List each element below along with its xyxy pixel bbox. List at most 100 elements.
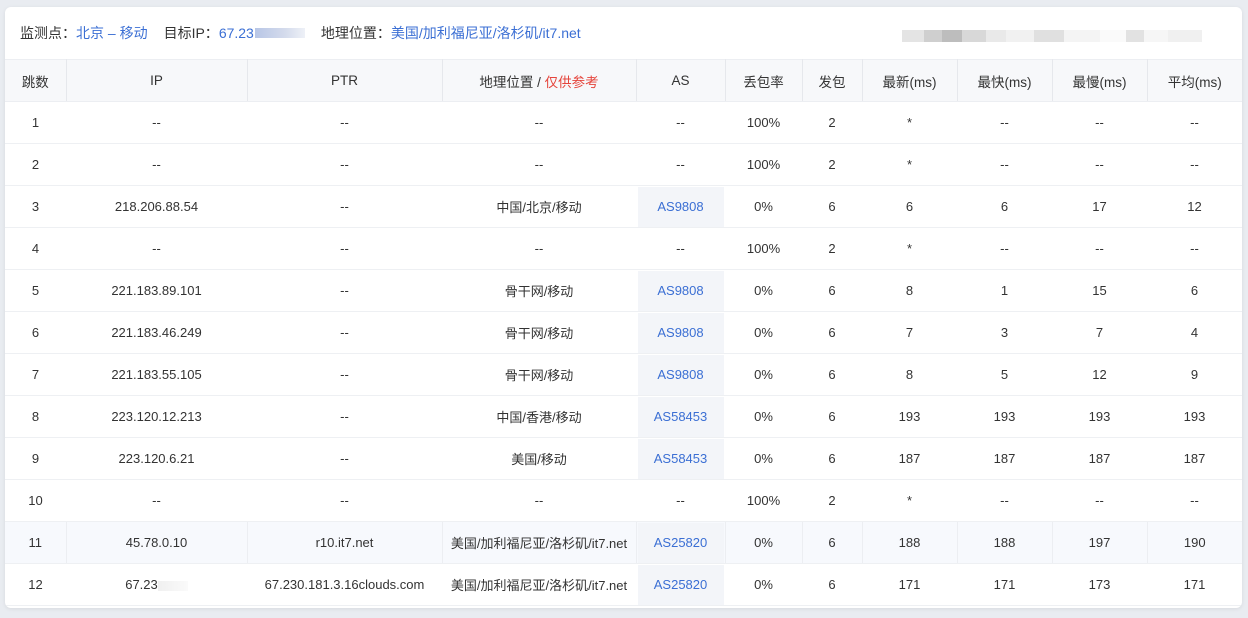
cell-best: 5: [957, 353, 1052, 396]
table-row: 3 218.206.88.54 -- 中国/北京/移动 AS9808 0% 6 …: [5, 185, 1242, 228]
cell-worst: 17: [1052, 185, 1147, 228]
cell-loss: 100%: [725, 479, 802, 522]
as-label: --: [676, 493, 685, 508]
cell-ptr: --: [247, 227, 442, 270]
cell-ip: --: [66, 101, 247, 144]
table-row: 5 221.183.89.101 -- 骨干网/移动 AS9808 0% 6 8…: [5, 269, 1242, 312]
col-last: 最新(ms): [862, 59, 958, 102]
cell-loss: 0%: [725, 269, 802, 312]
redacted-ip: [157, 580, 188, 591]
table-header-row: 跳数 IP PTR 地理位置 / 仅供参考 AS 丢包率 发包 最新(ms) 最…: [5, 59, 1242, 102]
cell-worst: --: [1052, 479, 1147, 522]
table-row: 10 -- -- -- -- 100% 2 * -- -- --: [5, 479, 1242, 522]
cell-hop: 10: [5, 479, 66, 522]
cell-ptr: --: [247, 311, 442, 354]
cell-last: *: [862, 227, 957, 270]
cell-hop: 7: [5, 353, 66, 396]
cell-sent: 2: [802, 227, 862, 270]
cell-best: 1: [957, 269, 1052, 312]
cell-ip: 45.78.0.10: [66, 521, 248, 564]
as-link[interactable]: AS9808: [637, 312, 724, 353]
cell-avg: --: [1147, 101, 1242, 144]
cell-hop: 6: [5, 311, 66, 354]
cell-worst: 197: [1052, 521, 1148, 564]
cell-sent: 6: [802, 185, 862, 228]
cell-geo: --: [442, 479, 636, 522]
cell-ptr: --: [247, 395, 442, 438]
cell-as: AS25820: [636, 521, 726, 564]
cell-hop: 1: [5, 101, 66, 144]
cell-ip: 223.120.6.21: [66, 437, 247, 480]
traceroute-table: 跳数 IP PTR 地理位置 / 仅供参考 AS 丢包率 发包 最新(ms) 最…: [5, 59, 1242, 606]
cell-best: 3: [957, 311, 1052, 354]
cell-ip: --: [66, 479, 247, 522]
as-link[interactable]: AS25820: [637, 522, 724, 563]
cell-avg: 187: [1147, 437, 1242, 480]
cell-best: 193: [957, 395, 1052, 438]
cell-geo: 中国/北京/移动: [442, 185, 636, 228]
cell-sent: 6: [802, 563, 862, 606]
cell-geo: --: [442, 227, 636, 270]
cell-ptr: --: [247, 437, 442, 480]
cell-hop: 9: [5, 437, 66, 480]
as-link[interactable]: AS58453: [637, 438, 724, 479]
geo-location: 地理位置： 美国/加利福尼亚/洛杉矶/it7.net: [321, 23, 581, 43]
geo-label: 地理位置：: [320, 25, 391, 41]
table-row: 12 67.23 67.230.181.3.16clouds.com 美国/加利…: [5, 563, 1242, 606]
cell-avg: --: [1147, 227, 1242, 270]
col-hop: 跳数: [5, 59, 67, 102]
monitor-label: 监测点：: [20, 25, 76, 41]
cell-ip: 221.183.55.105: [66, 353, 247, 396]
cell-geo: --: [442, 101, 636, 144]
monitor-point: 监测点： 北京 – 移动: [20, 23, 148, 43]
cell-as: AS9808: [636, 269, 725, 312]
as-link[interactable]: AS9808: [637, 186, 724, 227]
cell-ip: --: [66, 227, 247, 270]
col-geo-note: 仅供参考: [544, 74, 599, 90]
cell-best: --: [957, 143, 1052, 186]
cell-worst: 7: [1052, 311, 1147, 354]
as-label: --: [676, 241, 685, 256]
cell-loss: 100%: [725, 101, 802, 144]
cell-best: 171: [957, 563, 1052, 606]
cell-ptr: --: [247, 101, 442, 144]
cell-geo: 骨干网/移动: [442, 311, 636, 354]
cell-sent: 2: [802, 479, 862, 522]
cell-last: 8: [862, 353, 957, 396]
as-link[interactable]: AS58453: [637, 396, 724, 437]
cell-ip: 218.206.88.54: [66, 185, 247, 228]
cell-last: 6: [862, 185, 957, 228]
as-link[interactable]: AS9808: [637, 270, 724, 311]
as-link[interactable]: AS9808: [637, 354, 724, 395]
cell-best: 187: [957, 437, 1052, 480]
cell-last: 188: [862, 521, 958, 564]
cell-loss: 100%: [725, 227, 802, 270]
cell-ptr: --: [247, 353, 442, 396]
as-link[interactable]: AS25820: [637, 564, 724, 605]
col-loss: 丢包率: [725, 59, 803, 102]
cell-as: AS58453: [636, 395, 725, 438]
cell-loss: 0%: [725, 563, 802, 606]
cell-loss: 0%: [725, 437, 802, 480]
cell-geo: 中国/香港/移动: [442, 395, 636, 438]
cell-geo: 美国/加利福尼亚/洛杉矶/it7.net: [442, 563, 636, 606]
table-row: 6 221.183.46.249 -- 骨干网/移动 AS9808 0% 6 7…: [5, 311, 1242, 354]
cell-ptr: 67.230.181.3.16clouds.com: [247, 563, 442, 606]
table-row: 9 223.120.6.21 -- 美国/移动 AS58453 0% 6 187…: [5, 437, 1242, 480]
cell-best: 188: [957, 521, 1053, 564]
cell-hop: 8: [5, 395, 66, 438]
cell-sent: 6: [802, 437, 862, 480]
cell-sent: 6: [802, 395, 862, 438]
col-best: 最快(ms): [957, 59, 1053, 102]
geo-value: 美国/加利福尼亚/洛杉矶/it7.net: [390, 25, 581, 41]
cell-best: 6: [957, 185, 1052, 228]
cell-hop: 3: [5, 185, 66, 228]
cell-last: 187: [862, 437, 957, 480]
traceroute-card: 监测点： 北京 – 移动 目标IP： 67.23 地理位置： 美国/加利福尼亚/…: [5, 7, 1242, 608]
cell-hop: 4: [5, 227, 66, 270]
cell-geo: 美国/加利福尼亚/洛杉矶/it7.net: [442, 521, 637, 564]
col-ptr: PTR: [247, 59, 443, 102]
cell-last: 171: [862, 563, 957, 606]
cell-ptr: r10.it7.net: [247, 521, 443, 564]
col-avg: 平均(ms): [1147, 59, 1242, 102]
